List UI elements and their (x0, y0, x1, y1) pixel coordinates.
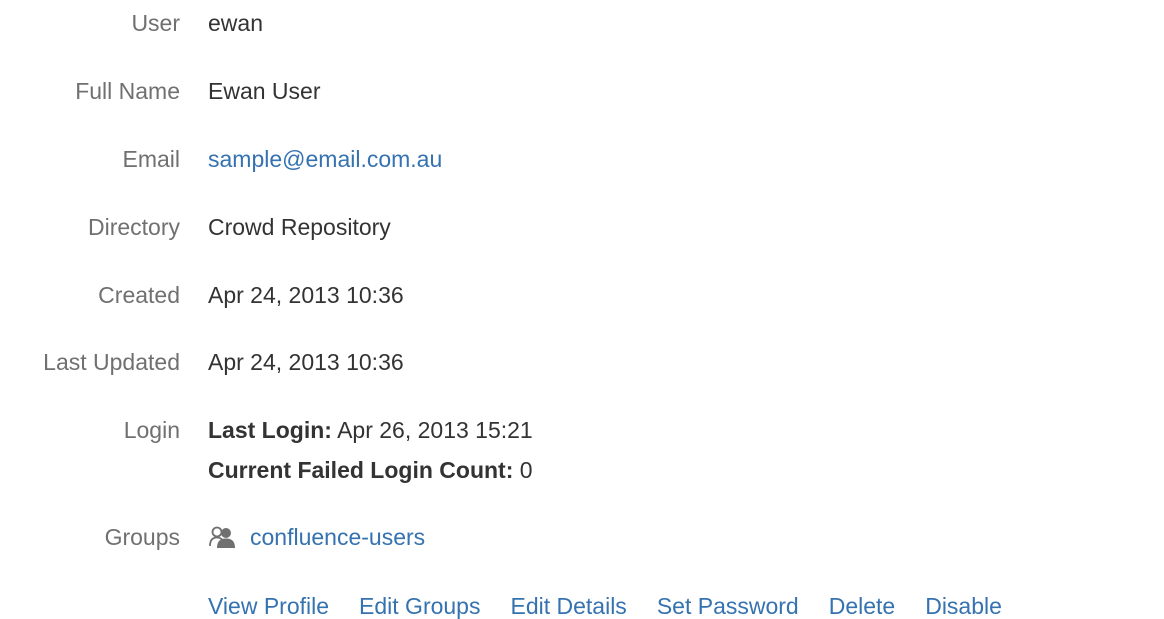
directory-label: Directory (87, 214, 180, 240)
delete-link[interactable]: Delete (829, 593, 895, 619)
group-icon (208, 524, 238, 550)
set-password-link[interactable]: Set Password (657, 593, 799, 619)
view-profile-link[interactable]: View Profile (208, 593, 329, 619)
last-login-value: Apr 26, 2013 15:21 (337, 417, 533, 443)
groups-value: confluence-users (208, 521, 425, 553)
created-label: Created (98, 282, 180, 308)
full-name-value: Ewan User (208, 78, 321, 104)
last-updated-label: Last Updated (43, 349, 180, 375)
failed-login-count-value: 0 (519, 457, 533, 483)
login-value: Last Login: Apr 26, 2013 15:21 Current F… (208, 410, 533, 490)
groups-label: Groups (104, 524, 180, 550)
actions-bar: View Profile Edit Groups Edit Details Set P… (208, 590, 1002, 619)
email-link[interactable]: sample@email.com.au (208, 146, 442, 172)
last-login-label: Last Login: (208, 417, 332, 443)
last-updated-value: Apr 24, 2013 10:36 (208, 349, 404, 375)
edit-details-link[interactable]: Edit Details (510, 593, 626, 619)
disable-link[interactable]: Disable (925, 593, 1002, 619)
failed-login-count-label: Current Failed Login Count: (208, 457, 514, 483)
edit-groups-link[interactable]: Edit Groups (359, 593, 480, 619)
group-link-confluence-users[interactable]: confluence-users (250, 521, 425, 553)
login-label: Login (123, 417, 180, 443)
user-label: User (131, 10, 180, 36)
full-name-label: Full Name (75, 78, 180, 104)
failed-login-line: Current Failed Login Count: 0 (208, 450, 533, 490)
user-value: ewan (208, 10, 263, 36)
created-value: Apr 24, 2013 10:36 (208, 282, 404, 308)
directory-value: Crowd Repository (208, 214, 391, 240)
user-details-panel: User ewan Full Name Ewan User Email samp… (0, 0, 1164, 619)
last-login-line: Last Login: Apr 26, 2013 15:21 (208, 410, 533, 450)
email-label: Email (122, 146, 180, 172)
